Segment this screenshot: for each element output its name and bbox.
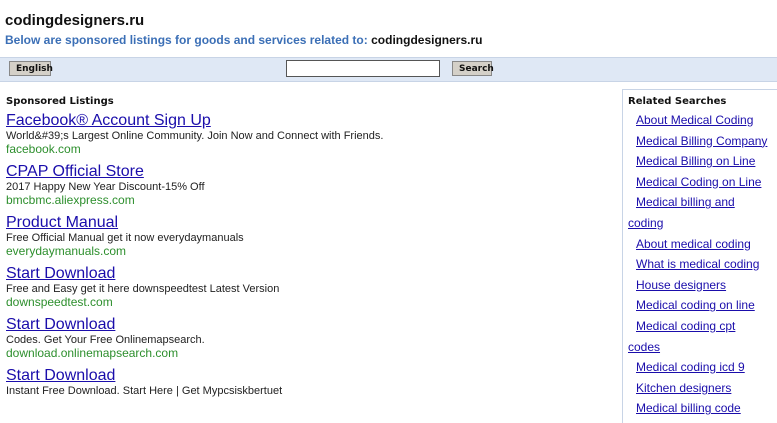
site-title: codingdesigners.ru [5, 12, 145, 29]
sponsored-listings: Sponsored Listings Facebook® Account Sig… [6, 96, 606, 397]
listing-title-link[interactable]: Start Download [6, 264, 115, 283]
related-item: Medical billing and coding [628, 192, 777, 233]
related-search-link[interactable]: Medical coding icd 9 [636, 360, 745, 374]
listing-description: Instant Free Download. Start Here | Get … [6, 385, 283, 397]
subtitle-domain: codingdesigners.ru [371, 33, 483, 47]
related-search-link-cont[interactable]: coding [628, 216, 663, 230]
listing-title-link[interactable]: Product Manual [6, 213, 118, 232]
related-item: About Medical Coding [628, 110, 777, 131]
related-search-link[interactable]: Medical Billing Company [636, 134, 767, 148]
listing-title-link[interactable]: Facebook® Account Sign Up [6, 111, 211, 130]
related-item: Medical billing code [628, 398, 777, 419]
listing-title-link[interactable]: CPAP Official Store [6, 162, 144, 181]
listing-item: Start Download Codes. Get Your Free Onlin… [6, 315, 606, 360]
subtitle-prefix: Below are sponsored listings for goods a… [5, 33, 368, 47]
search-button[interactable]: Search [452, 61, 494, 76]
related-item: Kitchen designers [628, 378, 777, 399]
listing-description: Free and Easy get it here downspeedtest … [6, 283, 280, 295]
search-bar: English Search [0, 57, 777, 82]
listing-item: Facebook® Account Sign Up World&#39;s Lar… [6, 111, 606, 156]
listing-item: Start Download Instant Free Download. Sta… [6, 366, 606, 397]
listing-url[interactable]: downspeedtest.com [6, 295, 606, 309]
page-header: codingdesigners.ru Below are sponsored l… [5, 12, 765, 47]
related-item: Medical coding icd 9 [628, 357, 777, 378]
related-item: Medical Billing Company [628, 131, 777, 152]
related-item: Medical coding on line [628, 295, 777, 316]
related-searches: Related Searches About Medical Coding Med… [622, 89, 777, 423]
related-search-link[interactable]: Medical coding on line [636, 298, 755, 312]
related-search-link[interactable]: About medical coding [636, 237, 751, 251]
related-search-link[interactable]: Medical Coding on Line [636, 175, 761, 189]
listing-item: Product Manual Free Official Manual get i… [6, 213, 606, 258]
listing-item: CPAP Official Store 2017 Happy New Year D… [6, 162, 606, 207]
related-search-link[interactable]: Medical Billing on Line [636, 154, 755, 168]
listing-description: World&#39;s Largest Online Community. Jo… [6, 130, 384, 142]
related-search-link[interactable]: Medical billing and [636, 195, 735, 209]
listing-item: Start Download Free and Easy get it here … [6, 264, 606, 309]
related-item: Medical Billing on Line [628, 151, 777, 172]
related-item: About medical coding [628, 234, 777, 255]
related-item: Medical Coding on Line [628, 172, 777, 193]
related-search-link[interactable]: What is medical coding [636, 257, 759, 271]
related-heading: Related Searches [628, 96, 727, 107]
subtitle: Below are sponsored listings for goods a… [5, 33, 765, 47]
related-item: What is medical coding [628, 254, 777, 275]
listing-url[interactable]: facebook.com [6, 142, 606, 156]
sponsored-heading: Sponsored Listings [6, 96, 114, 107]
related-item: Medical coding cpt codes [628, 316, 777, 357]
listing-description: Codes. Get Your Free Onlinemapsearch. [6, 334, 205, 346]
related-search-link[interactable]: House designers [636, 278, 726, 292]
language-button[interactable]: English [9, 61, 53, 76]
listing-url[interactable]: everydaymanuals.com [6, 244, 606, 258]
listing-url[interactable]: bmcbmc.aliexpress.com [6, 193, 606, 207]
related-search-link[interactable]: About Medical Coding [636, 113, 753, 127]
listing-description: Free Official Manual get it now everyday… [6, 232, 244, 244]
related-search-link[interactable]: Medical coding cpt [636, 319, 735, 333]
listing-url[interactable]: download.onlinemapsearch.com [6, 346, 606, 360]
search-input[interactable] [286, 60, 440, 77]
listing-description: 2017 Happy New Year Discount-15% Off [6, 181, 205, 193]
listing-title-link[interactable]: Start Download [6, 315, 115, 334]
listing-title-link[interactable]: Start Download [6, 366, 115, 385]
related-search-link[interactable]: Kitchen designers [636, 381, 731, 395]
related-search-link[interactable]: Medical billing code [636, 401, 741, 415]
related-item: House designers [628, 275, 777, 296]
related-search-link-cont[interactable]: codes [628, 340, 660, 354]
